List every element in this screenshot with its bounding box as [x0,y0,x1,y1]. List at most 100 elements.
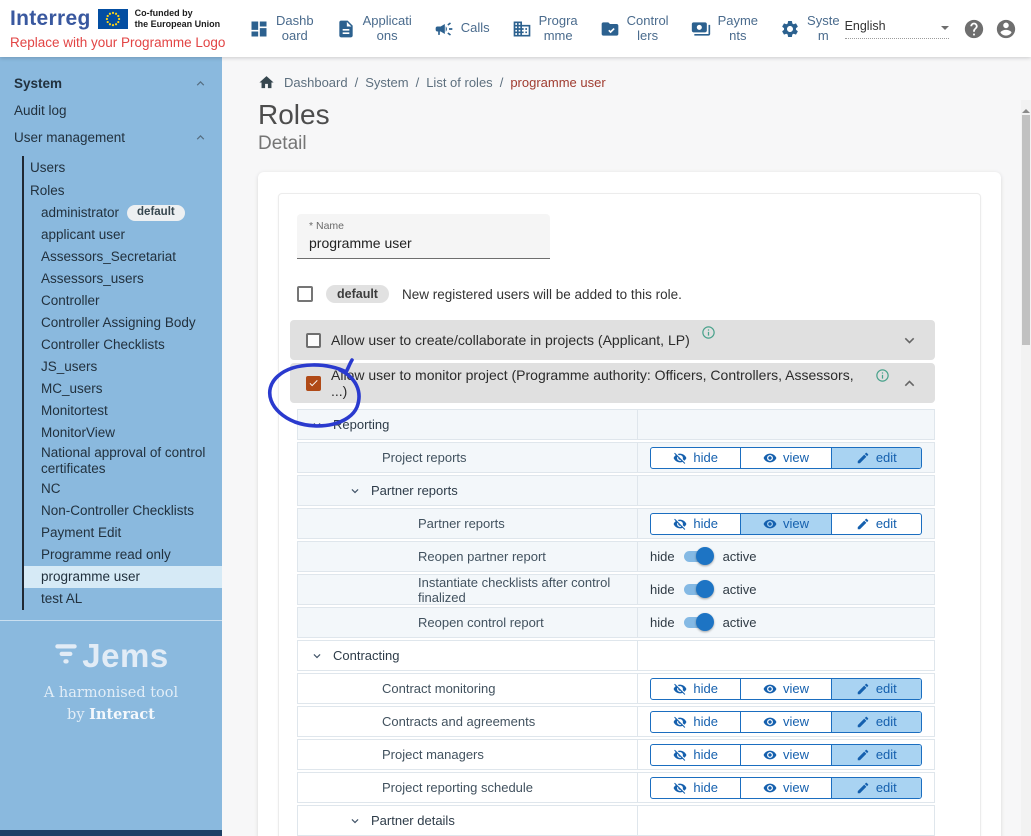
sidebar-role-item[interactable]: administrator default [24,202,222,224]
edit-button[interactable]: edit [831,514,921,534]
info-icon[interactable] [875,368,890,383]
sidebar-role-item[interactable]: National approval of control certificate… [24,444,222,478]
default-role-row: default New registered users will be add… [297,285,969,303]
scrollbar[interactable] [1021,100,1031,836]
sidebar-role-item[interactable]: test AL [24,588,222,610]
nav-item-controllers[interactable]: Controllers [595,10,674,47]
edit-icon [856,715,870,729]
role-label: MonitorView [41,425,115,441]
panel-checkbox[interactable] [306,333,321,348]
view-button[interactable]: view [740,745,830,765]
view-icon [763,748,777,762]
role-label: Assessors_users [41,271,144,287]
permission-label: Contracts and agreements [382,714,535,729]
chevron-up-icon[interactable] [193,76,208,91]
jems-subtitle: A harmonised tool by Interact [0,683,222,726]
breadcrumb-link[interactable]: List of roles [426,75,492,90]
edit-button[interactable]: edit [831,448,921,468]
sidebar-item-audit-log[interactable]: Audit log [0,97,222,124]
view-button[interactable]: view [740,448,830,468]
sidebar-role-item[interactable]: NC [24,478,222,500]
view-button[interactable]: view [740,712,830,732]
language-select[interactable]: English [845,19,949,39]
sidebar: System Audit log User management UsersRo… [0,57,222,836]
nav-item-dashboard[interactable]: Dashboard [244,10,319,47]
sidebar-role-item[interactable]: Controller Checklists [24,334,222,356]
sidebar-role-item[interactable]: programme user [24,566,222,588]
sidebar-role-item[interactable]: Payment Edit [24,522,222,544]
chevron-up-icon[interactable] [900,374,919,393]
breadcrumb-link[interactable]: System [365,75,408,90]
sidebar-role-item[interactable]: JS_users [24,356,222,378]
nav-item-programme[interactable]: Programme [507,10,583,47]
nav-item-payments[interactable]: Payments [686,10,763,47]
sidebar-role-item[interactable]: applicant user [24,224,222,246]
chevron-down-icon[interactable] [348,814,362,828]
name-field[interactable]: * Name programme user [297,214,550,259]
hide-button[interactable]: hide [651,448,740,468]
view-button[interactable]: view [740,679,830,699]
hide-button[interactable]: hide [651,712,740,732]
sidebar-role-item[interactable]: Monitortest [24,400,222,422]
scrollbar-thumb[interactable] [1022,115,1030,345]
help-icon[interactable] [963,18,985,40]
sidebar-role-item[interactable]: Assessors_users [24,268,222,290]
info-icon[interactable] [701,325,716,340]
nav-item-calls[interactable]: Calls [429,15,495,43]
permission-row: Reopen control report hide active [297,607,935,638]
permission-panel-monitor[interactable]: Allow user to monitor project (Programme… [290,363,935,403]
panel-label: Allow user to monitor project (Programme… [331,367,864,399]
slide-toggle[interactable] [684,617,711,628]
sidebar-item-user-management[interactable]: User management [0,124,222,151]
permission-toggle[interactable]: hide active [650,615,757,630]
programme-icon [512,19,532,39]
nav-item-label: Controllers [627,14,669,43]
panel-label: Allow user to create/collaborate in proj… [331,332,690,348]
breadcrumb-link[interactable]: Dashboard [284,75,348,90]
permission-label: Project managers [382,747,484,762]
role-label: Non-Controller Checklists [41,503,194,519]
sidebar-role-item[interactable]: Controller Assigning Body [24,312,222,334]
hide-button[interactable]: hide [651,679,740,699]
sidebar-item-users[interactable]: Users [24,156,222,179]
chevron-down-icon[interactable] [900,331,919,350]
sidebar-role-item[interactable]: MC_users [24,378,222,400]
chevron-down-icon[interactable] [310,649,324,663]
sidebar-role-item[interactable]: Controller [24,290,222,312]
edit-button[interactable]: edit [831,778,921,798]
edit-button[interactable]: edit [831,745,921,765]
edit-button[interactable]: edit [831,679,921,699]
sidebar-section-system[interactable]: System [0,69,222,97]
view-button[interactable]: view [740,514,830,534]
view-icon [763,682,777,696]
sidebar-role-item[interactable]: Non-Controller Checklists [24,500,222,522]
panel-checkbox[interactable] [306,376,321,391]
default-checkbox[interactable] [297,286,313,302]
view-icon [763,451,777,465]
chevron-up-icon[interactable] [193,130,208,145]
sidebar-item-roles[interactable]: Roles [24,179,222,202]
sidebar-role-item[interactable]: MonitorView [24,422,222,444]
permission-label: Project reporting schedule [382,780,533,795]
sidebar-role-item[interactable]: Assessors_Secretariat [24,246,222,268]
hide-button[interactable]: hide [651,514,740,534]
hide-button[interactable]: hide [651,745,740,765]
permission-row: Reporting [297,409,935,440]
account-icon[interactable] [995,18,1017,40]
sidebar-role-item[interactable]: Programme read only [24,544,222,566]
edit-button[interactable]: edit [831,712,921,732]
slide-toggle[interactable] [684,584,711,595]
scroll-up-arrow[interactable] [1022,105,1030,113]
role-label: MC_users [41,381,103,397]
jems-tree-icon [53,641,79,671]
nav-item-system[interactable]: System [775,10,845,47]
nav-item-applications[interactable]: Applications [331,10,417,47]
chevron-down-icon[interactable] [348,484,362,498]
hide-button[interactable]: hide [651,778,740,798]
permission-toggle[interactable]: hide active [650,549,757,564]
permission-toggle[interactable]: hide active [650,582,757,597]
permission-panel-collaborate[interactable]: Allow user to create/collaborate in proj… [290,320,935,360]
view-button[interactable]: view [740,778,830,798]
slide-toggle[interactable] [684,551,711,562]
chevron-down-icon[interactable] [310,418,324,432]
